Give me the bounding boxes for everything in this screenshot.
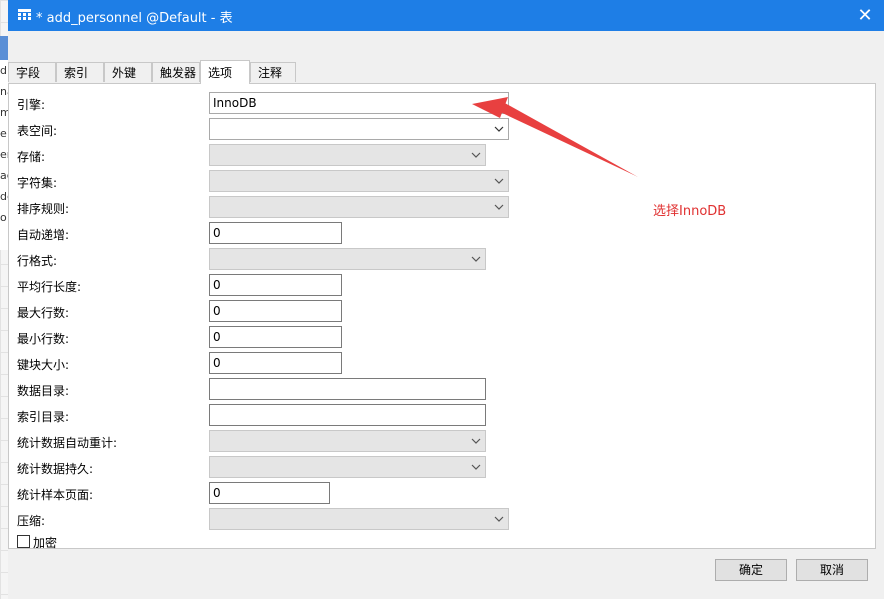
avg-row-length-input[interactable]: 0 [209,274,342,296]
window-title: * add_personnel @Default - 表 [36,11,233,26]
compression-select[interactable] [209,508,509,530]
stats-auto-recalc-label: 统计数据自动重计: [17,436,118,450]
key-block-size-label: 键块大小: [17,358,70,372]
min-rows-input[interactable]: 0 [209,326,342,348]
cancel-button[interactable]: 取消 [796,559,868,581]
max-rows-label: 最大行数: [17,306,70,320]
data-directory-label: 数据目录: [17,384,70,398]
table-grid-icon [18,9,31,25]
tablespace-label: 表空间: [17,124,58,138]
tablespace-select[interactable] [209,118,509,140]
engine-select[interactable]: InnoDB [209,92,509,114]
table-design-dialog: * add_personnel @Default - 表 ✕ 字段 索引 外键 … [8,0,884,599]
storage-label: 存储: [17,150,46,164]
background-list-item: de [0,190,8,203]
max-rows-input[interactable]: 0 [209,300,342,322]
row-format-label: 行格式: [17,254,58,268]
chevron-down-icon [471,438,481,444]
background-list-item: e [0,127,7,140]
stats-persistent-select[interactable] [209,456,486,478]
background-list-item: d [0,64,7,77]
index-directory-label: 索引目录: [17,410,70,424]
min-rows-label: 最小行数: [17,332,70,346]
engine-label: 引擎: [17,98,46,112]
row-format-select[interactable] [209,248,486,270]
chevron-down-icon [494,126,504,132]
charset-label: 字符集: [17,176,58,190]
encryption-label: 加密 [33,536,58,550]
background-list-item: er [0,148,8,161]
tab-comments[interactable]: 注释 [250,62,296,82]
tab-options[interactable]: 选项 [200,60,250,84]
auto-increment-label: 自动递增: [17,228,70,242]
stats-sample-pages-label: 统计样本页面: [17,488,94,502]
key-block-size-input[interactable]: 0 [209,352,342,374]
collation-select[interactable] [209,196,509,218]
tab-foreign-keys[interactable]: 外键 [104,62,152,82]
tab-triggers[interactable]: 触发器 [152,62,200,82]
data-directory-input[interactable] [209,378,486,400]
background-list-item: ac [0,169,8,182]
chevron-down-icon [471,256,481,262]
chevron-down-icon [471,152,481,158]
stats-sample-pages-input[interactable]: 0 [209,482,330,504]
background-selected-row [0,36,8,60]
encryption-checkbox[interactable] [17,535,30,548]
options-panel: 引擎: InnoDB 表空间: 存储: 字符集: 排序规则: 自动递增: 0 行… [8,83,876,550]
auto-increment-input[interactable]: 0 [209,222,342,244]
avg-row-length-label: 平均行长度: [17,280,82,294]
background-list-item: na [0,85,8,98]
tab-bar: 字段 索引 外键 触发器 选项 注释 [8,60,884,84]
index-directory-input[interactable] [209,404,486,426]
storage-select[interactable] [209,144,486,166]
chevron-down-icon [494,516,504,522]
tab-fields[interactable]: 字段 [8,62,56,82]
stats-auto-recalc-select[interactable] [209,430,486,452]
collation-label: 排序规则: [17,202,70,216]
charset-select[interactable] [209,170,509,192]
compression-label: 压缩: [17,514,46,528]
chevron-down-icon [494,100,504,106]
chevron-down-icon [494,204,504,210]
engine-value: InnoDB [213,96,257,110]
tab-indexes[interactable]: 索引 [56,62,104,82]
background-list-item: o [0,211,7,224]
background-list-item: m [0,106,8,119]
title-bar[interactable]: * add_personnel @Default - 表 ✕ [8,0,884,31]
ok-button[interactable]: 确定 [715,559,787,581]
chevron-down-icon [494,178,504,184]
stats-persistent-label: 统计数据持久: [17,462,94,476]
chevron-down-icon [471,464,481,470]
annotation-text: 选择InnoDB [653,204,727,219]
close-icon[interactable]: ✕ [854,5,876,27]
